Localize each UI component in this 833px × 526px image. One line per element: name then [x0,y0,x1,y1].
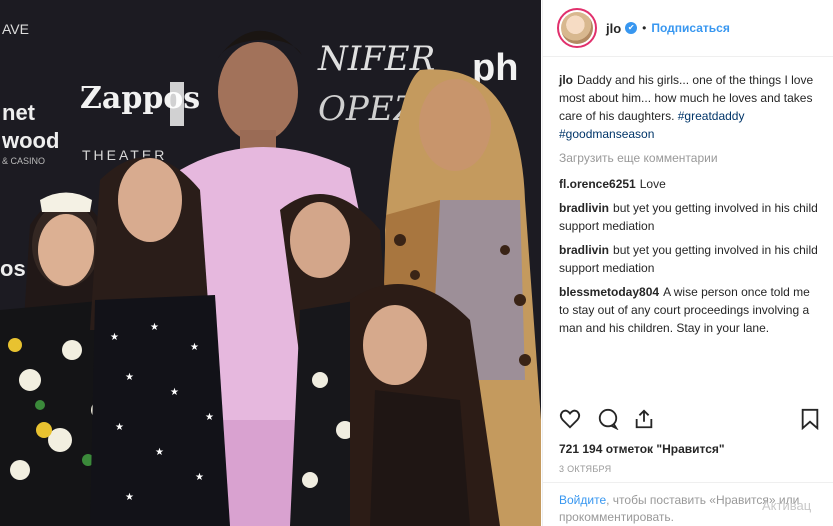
likes-count[interactable]: 721 194 отметок "Нравится" [559,442,725,456]
svg-text:★: ★ [205,412,214,423]
bookmark-icon[interactable] [800,408,820,435]
post-header: jlo ✔ • Подписаться [543,0,833,57]
svg-text:★: ★ [115,422,124,433]
svg-text:★: ★ [150,322,159,333]
comment-text: Love [639,177,666,191]
svg-text:★: ★ [155,447,164,458]
separator-dot: • [642,21,647,35]
comment-item: fl.orence6251 Love [559,175,820,193]
comment-item: blessmetoday804 A wise person once told m… [559,283,820,337]
load-more-comments-button[interactable]: Загрузить еще комментарии [559,149,820,167]
post-photo[interactable]: Zappos THEATER NIFER OPEZ net wood & CAS… [0,0,541,526]
heart-icon[interactable] [559,408,581,435]
caption: jlo Daddy and his girls... one of the thi… [559,71,820,143]
svg-text:★: ★ [170,387,179,398]
comment-item: bradlivin but yet you getting involved in… [559,199,820,235]
comment-username[interactable]: bradlivin [559,243,609,257]
comment-username[interactable]: fl.orence6251 [559,177,636,191]
svg-text:★: ★ [125,492,134,503]
post-side-panel: jlo ✔ • Подписаться jlo Daddy and his gir… [542,0,833,526]
post-date: 3 ОКТЯБРЯ [559,464,612,474]
caption-username[interactable]: jlo [559,73,573,87]
comment-icon[interactable] [597,408,619,435]
avatar[interactable] [557,8,597,48]
backdrop-wood: wood [1,128,59,153]
login-link[interactable]: Войдите [559,493,606,507]
backdrop-casino: & CASINO [2,156,45,166]
backdrop-net: net [2,100,36,125]
backdrop-os: os [0,256,26,281]
comment-item: bradlivin but yet you getting involved in… [559,241,820,277]
comments-list: jlo Daddy and his girls... one of the thi… [543,57,833,337]
share-icon[interactable] [633,408,655,435]
follow-button[interactable]: Подписаться [651,21,729,35]
header-username[interactable]: jlo [606,21,621,36]
comment-username[interactable]: blessmetoday804 [559,285,659,299]
svg-text:★: ★ [125,372,134,383]
verified-icon: ✔ [625,22,638,34]
activation-watermark: Активац [762,498,812,513]
photo-illustration: Zappos THEATER NIFER OPEZ net wood & CAS… [0,0,541,526]
backdrop-ave: AVE [2,21,29,37]
action-bar [559,408,820,440]
comment-username[interactable]: bradlivin [559,201,609,215]
svg-text:★: ★ [195,472,204,483]
svg-text:★: ★ [110,332,119,343]
svg-text:★: ★ [190,342,199,353]
